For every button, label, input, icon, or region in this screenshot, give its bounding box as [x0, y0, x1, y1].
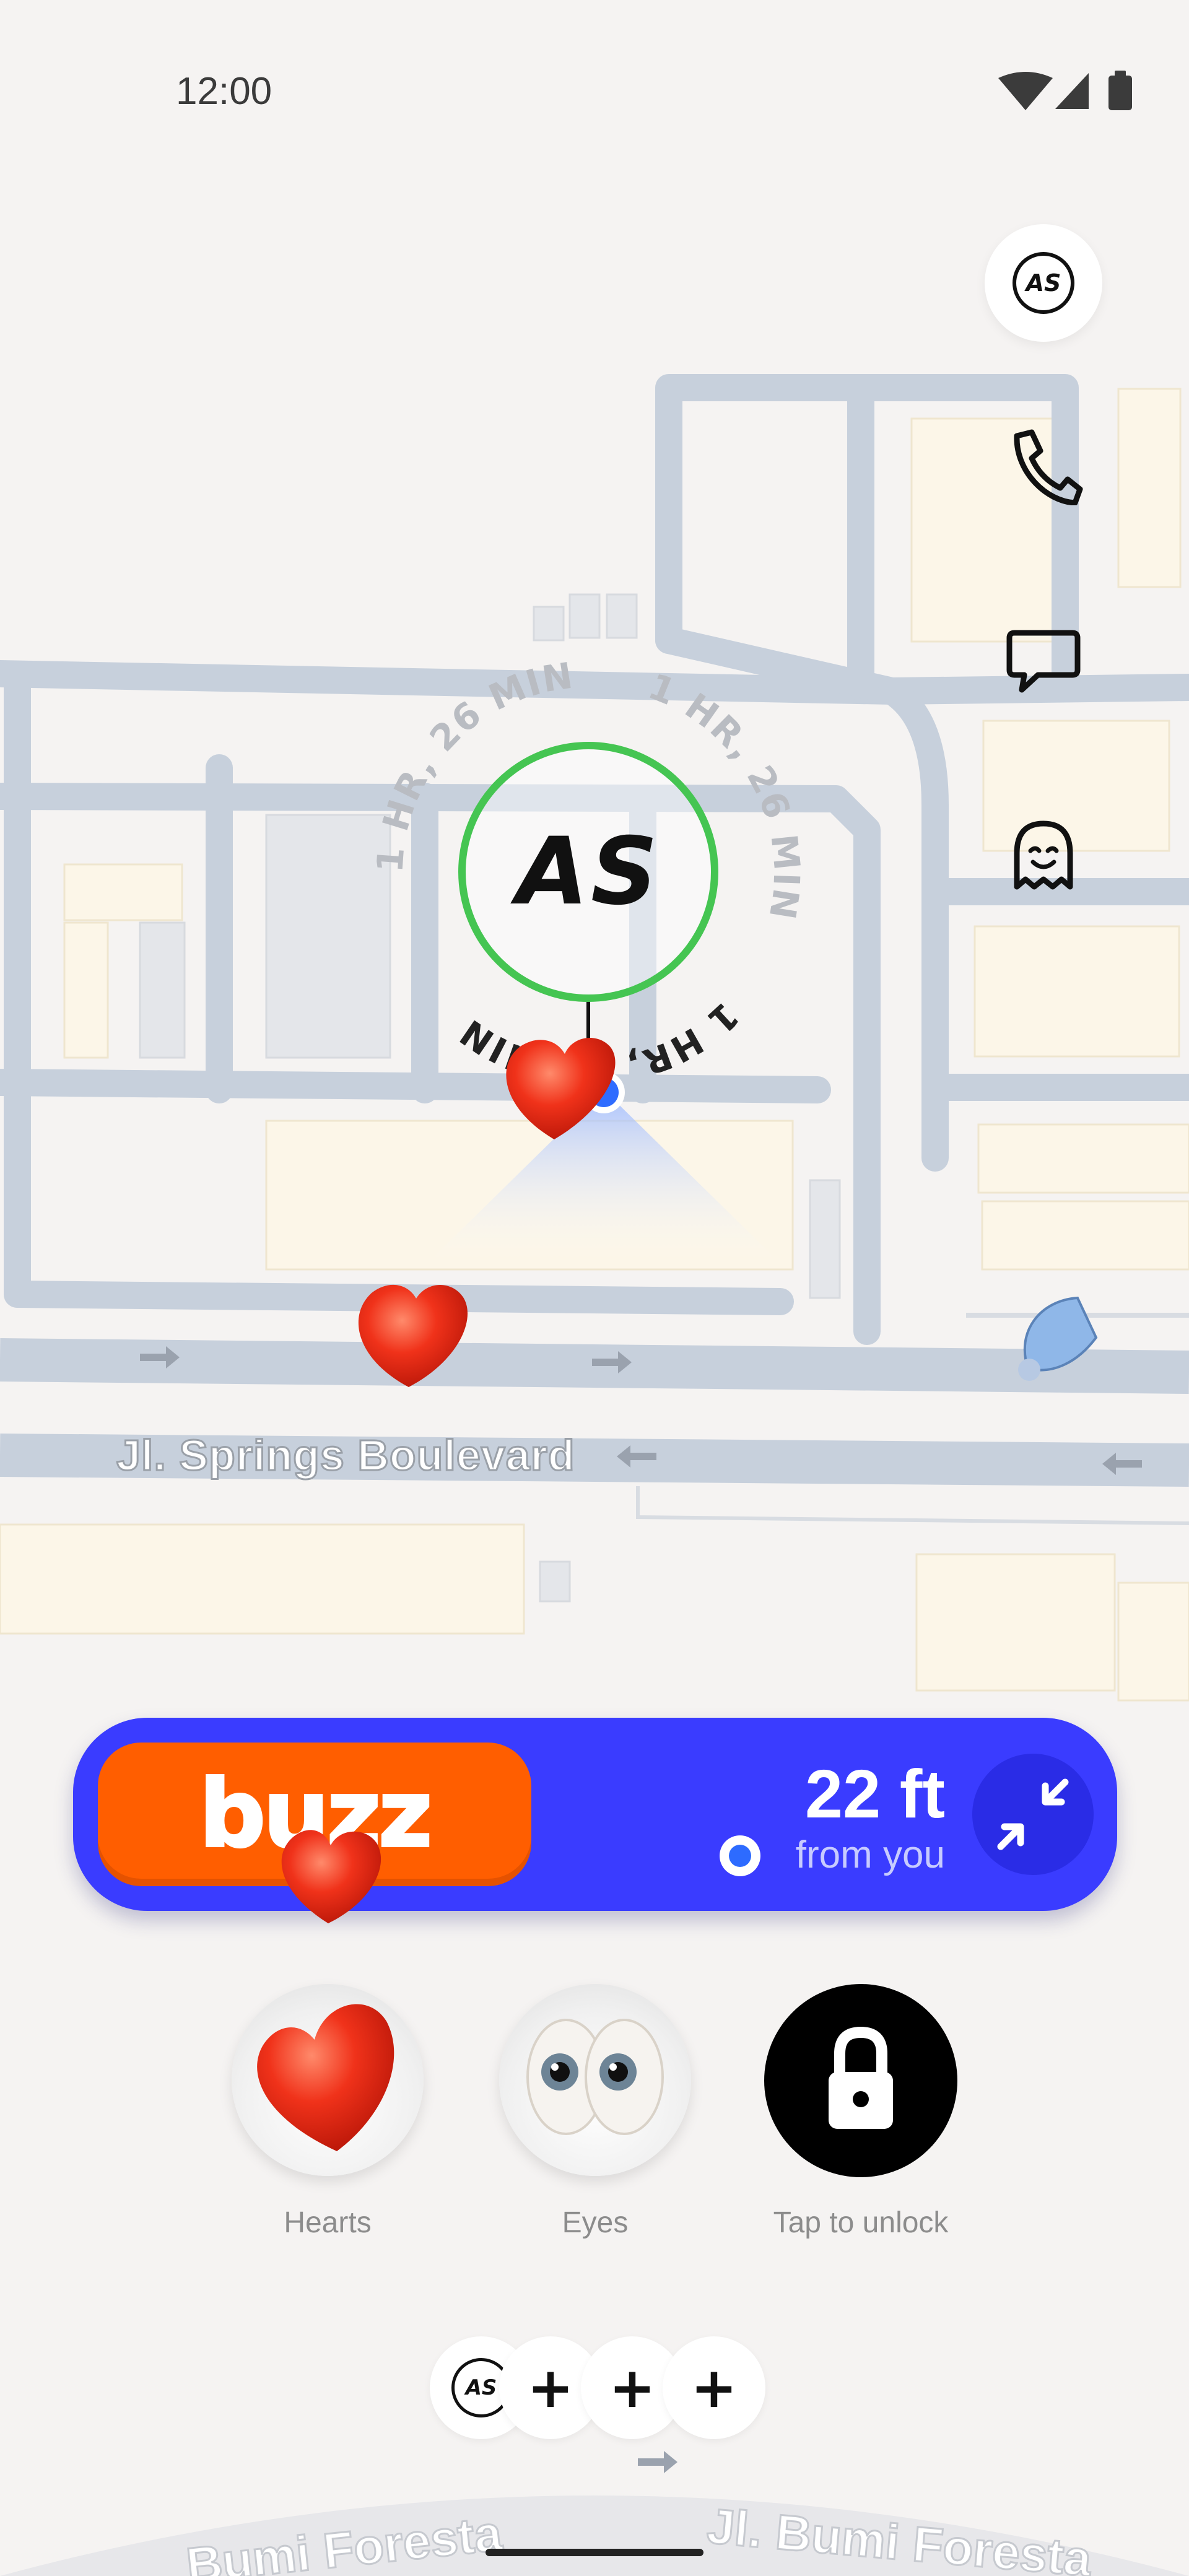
friend-marker-initials: AS — [516, 818, 661, 926]
home-indicator[interactable] — [486, 2549, 703, 2556]
collapse-button[interactable] — [972, 1754, 1094, 1875]
signal-icon — [1055, 73, 1089, 109]
add-friend-button[interactable]: + — [663, 2336, 765, 2439]
heart-icon — [257, 2004, 394, 2151]
unlock-button[interactable] — [764, 1984, 957, 2177]
friend-avatar-button[interactable]: AS — [985, 224, 1102, 342]
phone-icon[interactable] — [1003, 425, 1084, 505]
map[interactable]: Bumi Foresta Jl. Bumi Foresta 1 HR, 26 M… — [0, 0, 1189, 2576]
buzz-bar: buzz 22 ft from you — [73, 1718, 1117, 1923]
friend-bar: AS + + + — [421, 2322, 768, 2453]
hearts-reaction-button[interactable] — [232, 1984, 424, 2176]
friend-avatar-initials: AS — [1013, 252, 1074, 314]
reaction-label: Eyes — [562, 2206, 629, 2239]
battery-icon — [1108, 76, 1132, 110]
wifi-icon — [998, 72, 1053, 110]
collapse-icon — [997, 1778, 1069, 1850]
reaction-label: Tap to unlock — [773, 2206, 949, 2239]
street-label: Jl. Springs Boulevard — [116, 1430, 576, 1481]
status-time: 12:00 — [176, 70, 272, 113]
lock-icon — [829, 2026, 893, 2129]
distance-value: 22 ft — [804, 1756, 945, 1832]
eyes-reaction-button[interactable] — [499, 1984, 691, 2176]
distance-caption: from you — [795, 1834, 945, 1876]
friend-location-marker[interactable]: AS — [458, 742, 718, 1002]
reaction-label: Hearts — [284, 2206, 372, 2239]
status-icons — [998, 71, 1132, 110]
location-dot-icon — [720, 1835, 760, 1876]
ghost-icon[interactable] — [1003, 815, 1084, 895]
heart-icon — [281, 1830, 381, 1923]
eyes-icon — [526, 2019, 664, 2135]
chat-icon[interactable] — [1003, 619, 1084, 700]
